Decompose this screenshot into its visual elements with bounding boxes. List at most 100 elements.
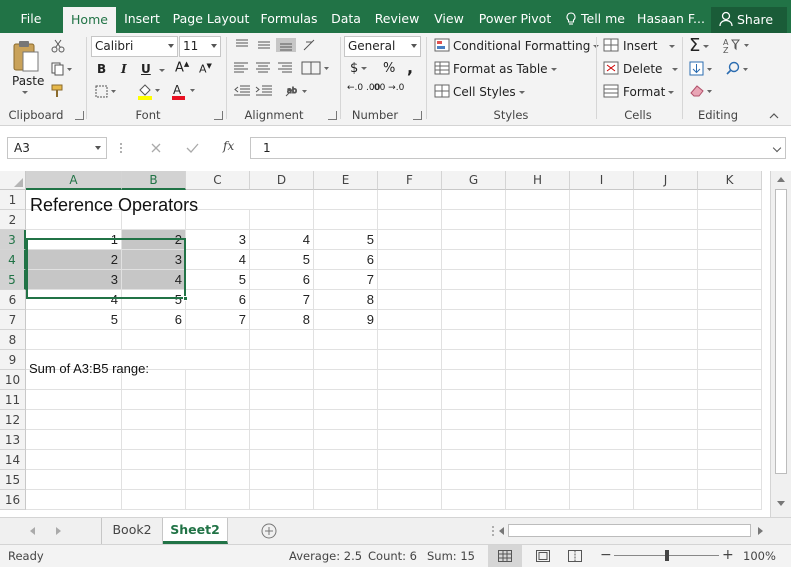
cell-i6[interactable] bbox=[570, 290, 634, 310]
cell-e3[interactable]: 5 bbox=[314, 230, 378, 250]
cell-b13[interactable] bbox=[122, 430, 186, 450]
user-account[interactable]: Hasaan F... bbox=[636, 0, 706, 33]
cell-i13[interactable] bbox=[570, 430, 634, 450]
cell-f14[interactable] bbox=[378, 450, 442, 470]
row-header-9[interactable]: 9 bbox=[0, 350, 26, 370]
column-header-k[interactable]: K bbox=[698, 171, 762, 190]
status-sum[interactable]: Sum: 15 bbox=[427, 549, 475, 563]
cell-b12[interactable] bbox=[122, 410, 186, 430]
tab-splitter-icon[interactable] bbox=[490, 525, 496, 537]
zoom-in-button[interactable]: + bbox=[722, 547, 734, 563]
cell-i1[interactable] bbox=[570, 190, 634, 210]
cell-j7[interactable] bbox=[634, 310, 698, 330]
cell-c15[interactable] bbox=[186, 470, 250, 490]
insert-function-button[interactable]: fx bbox=[223, 139, 234, 153]
cell-d3[interactable]: 4 bbox=[250, 230, 314, 250]
cell-h7[interactable] bbox=[506, 310, 570, 330]
cell-f12[interactable] bbox=[378, 410, 442, 430]
cell-a16[interactable] bbox=[26, 490, 122, 510]
cell-k4[interactable] bbox=[698, 250, 762, 270]
column-header-c[interactable]: C bbox=[186, 171, 250, 190]
number-format-select[interactable]: General bbox=[344, 36, 421, 57]
cell-c6[interactable]: 6 bbox=[186, 290, 250, 310]
cell-h10[interactable] bbox=[506, 370, 570, 390]
cell-e15[interactable] bbox=[314, 470, 378, 490]
cell-g12[interactable] bbox=[442, 410, 506, 430]
cell-j11[interactable] bbox=[634, 390, 698, 410]
tab-file[interactable]: File bbox=[10, 0, 52, 33]
name-box[interactable]: A3 bbox=[7, 137, 107, 159]
page-layout-view-icon[interactable] bbox=[536, 550, 550, 562]
row-header-4[interactable]: 4 bbox=[0, 250, 26, 270]
find-select-icon[interactable] bbox=[725, 61, 751, 77]
decrease-font-button[interactable]: A▼ bbox=[199, 62, 212, 76]
scroll-down-icon[interactable] bbox=[777, 501, 785, 507]
cell-c16[interactable] bbox=[186, 490, 250, 510]
cell-b15[interactable] bbox=[122, 470, 186, 490]
cell-g15[interactable] bbox=[442, 470, 506, 490]
cell-f8[interactable] bbox=[378, 330, 442, 350]
horizontal-scroll-thumb[interactable] bbox=[508, 524, 751, 537]
cell-j5[interactable] bbox=[634, 270, 698, 290]
cell-d9[interactable] bbox=[250, 350, 314, 370]
cell-b4[interactable]: 3 bbox=[122, 250, 186, 270]
cell-a15[interactable] bbox=[26, 470, 122, 490]
status-average[interactable]: Average: 2.5 bbox=[289, 549, 362, 563]
cell-f3[interactable] bbox=[378, 230, 442, 250]
cell-h5[interactable] bbox=[506, 270, 570, 290]
cell-g16[interactable] bbox=[442, 490, 506, 510]
row-header-3[interactable]: 3 bbox=[0, 230, 26, 250]
cell-g8[interactable] bbox=[442, 330, 506, 350]
cell-d4[interactable]: 5 bbox=[250, 250, 314, 270]
cell-a12[interactable] bbox=[26, 410, 122, 430]
tab-page-layout[interactable]: Page Layout bbox=[172, 0, 250, 33]
font-color-icon[interactable]: A bbox=[171, 83, 197, 100]
cell-f15[interactable] bbox=[378, 470, 442, 490]
cell-k11[interactable] bbox=[698, 390, 762, 410]
increase-font-button[interactable]: A▲ bbox=[175, 60, 189, 75]
cell-e7[interactable]: 9 bbox=[314, 310, 378, 330]
font-launcher-icon[interactable] bbox=[214, 111, 223, 120]
cell-h3[interactable] bbox=[506, 230, 570, 250]
cell-h14[interactable] bbox=[506, 450, 570, 470]
vertical-scrollbar[interactable] bbox=[770, 171, 791, 517]
cell-h16[interactable] bbox=[506, 490, 570, 510]
cell-g5[interactable] bbox=[442, 270, 506, 290]
cell-h12[interactable] bbox=[506, 410, 570, 430]
cell-i7[interactable] bbox=[570, 310, 634, 330]
cell-a7[interactable]: 5 bbox=[26, 310, 122, 330]
row-header-6[interactable]: 6 bbox=[0, 290, 26, 310]
cut-icon[interactable] bbox=[51, 39, 65, 53]
cell-f6[interactable] bbox=[378, 290, 442, 310]
cell-a3[interactable]: 1 bbox=[26, 230, 122, 250]
percent-button[interactable]: % bbox=[383, 61, 395, 76]
cell-d5[interactable]: 6 bbox=[250, 270, 314, 290]
font-size-select[interactable]: 11 bbox=[179, 36, 221, 57]
cell-a8[interactable] bbox=[26, 330, 122, 350]
column-header-g[interactable]: G bbox=[442, 171, 506, 190]
cell-d1[interactable] bbox=[250, 190, 314, 210]
sum-label-cell[interactable]: Sum of A3:B5 range: bbox=[29, 361, 149, 376]
cell-c9[interactable] bbox=[186, 350, 250, 370]
format-painter-icon[interactable] bbox=[51, 84, 67, 98]
cell-g13[interactable] bbox=[442, 430, 506, 450]
cell-g2[interactable] bbox=[442, 210, 506, 230]
fill-handle[interactable] bbox=[183, 296, 188, 301]
cancel-icon[interactable] bbox=[150, 142, 162, 154]
cell-f7[interactable] bbox=[378, 310, 442, 330]
zoom-level[interactable]: 100% bbox=[743, 549, 776, 563]
copy-icon[interactable] bbox=[51, 62, 73, 76]
cell-c3[interactable]: 3 bbox=[186, 230, 250, 250]
cell-j6[interactable] bbox=[634, 290, 698, 310]
row-header-14[interactable]: 14 bbox=[0, 450, 26, 470]
tab-data[interactable]: Data bbox=[328, 0, 364, 33]
tab-formulas[interactable]: Formulas bbox=[258, 0, 320, 33]
horizontal-align-icons[interactable] bbox=[232, 61, 332, 75]
cell-f4[interactable] bbox=[378, 250, 442, 270]
autosum-button[interactable]: Σ bbox=[689, 35, 710, 56]
conditional-formatting-button[interactable]: Conditional Formatting bbox=[453, 39, 600, 53]
cell-c10[interactable] bbox=[186, 370, 250, 390]
scroll-right-icon[interactable] bbox=[758, 527, 764, 535]
select-all-button[interactable] bbox=[0, 171, 26, 190]
horizontal-scrollbar[interactable] bbox=[498, 522, 770, 539]
